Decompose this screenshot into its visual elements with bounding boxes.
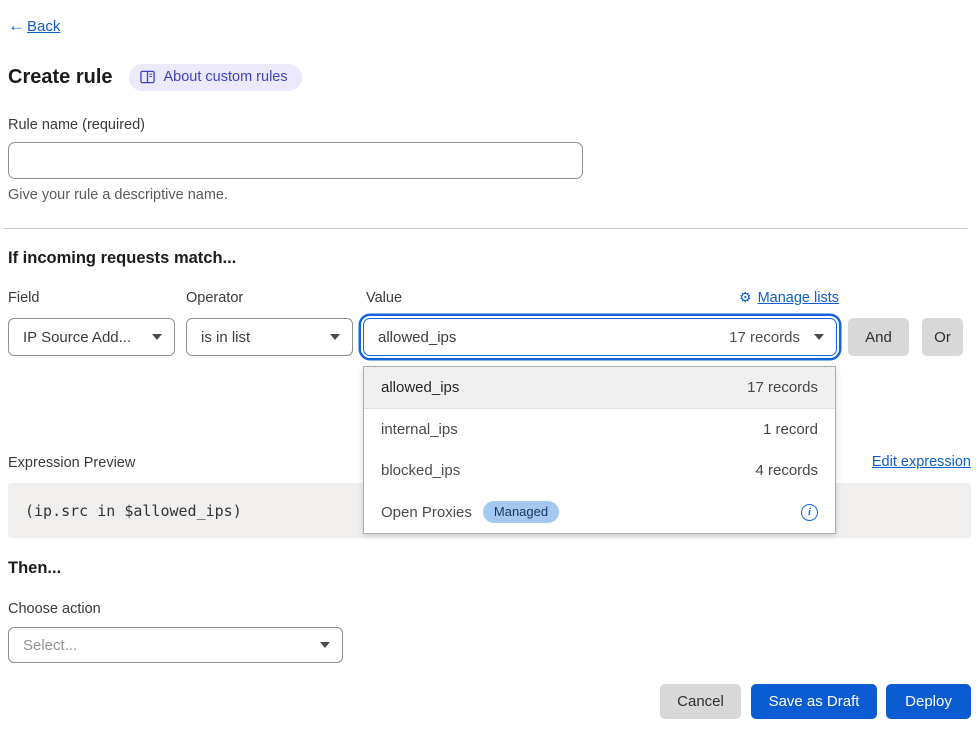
list-record-count: 17 records [747, 379, 818, 396]
list-name: internal_ips [381, 421, 458, 438]
about-custom-rules-link[interactable]: About custom rules [129, 64, 302, 91]
book-icon [140, 70, 155, 84]
operator-column-label: Operator [186, 290, 243, 306]
arrow-left-icon: ← [8, 16, 25, 36]
chevron-down-icon [330, 334, 340, 340]
create-rule-page: ←Back Create rule About custom rules Rul… [0, 0, 979, 739]
action-select[interactable]: Select... [8, 627, 343, 663]
chevron-down-icon [152, 334, 162, 340]
list-record-count: 1 record [763, 421, 818, 438]
field-select-value: IP Source Add... [23, 329, 131, 346]
and-button[interactable]: And [848, 318, 909, 356]
managed-badge: Managed [483, 501, 559, 523]
field-column-label: Field [8, 290, 39, 306]
rule-name-input[interactable] [8, 142, 583, 179]
list-name: blocked_ips [381, 462, 460, 479]
title-row: Create rule About custom rules [8, 64, 302, 91]
operator-select-value: is in list [201, 329, 250, 346]
back-label: Back [27, 18, 60, 35]
save-as-draft-button[interactable]: Save as Draft [751, 684, 877, 719]
info-icon[interactable]: i [801, 504, 818, 521]
action-select-placeholder: Select... [23, 637, 77, 654]
expression-code: (ip.src in $allowed_ips) [25, 502, 242, 520]
list-name: allowed_ips [381, 379, 459, 396]
back-link[interactable]: ←Back [8, 16, 60, 36]
dropdown-item-open-proxies[interactable]: Open Proxies Managed i [364, 492, 835, 534]
deploy-button[interactable]: Deploy [886, 684, 971, 719]
chevron-down-icon [320, 642, 330, 648]
value-select[interactable]: allowed_ips 17 records [363, 318, 837, 356]
manage-lists-label: Manage lists [758, 290, 839, 306]
manage-lists-link[interactable]: ⚙ Manage lists [739, 289, 839, 306]
dropdown-item-blocked-ips[interactable]: blocked_ips 4 records [364, 450, 835, 492]
gear-icon: ⚙ [739, 289, 752, 306]
or-button[interactable]: Or [922, 318, 963, 356]
expression-preview-label: Expression Preview [8, 455, 135, 471]
then-section-heading: Then... [8, 559, 61, 578]
value-select-record-count: 17 records [729, 329, 800, 346]
choose-action-label: Choose action [8, 601, 101, 617]
rule-name-label: Rule name (required) [8, 117, 145, 133]
edit-expression-link[interactable]: Edit expression [872, 454, 971, 470]
value-column-label: Value [366, 290, 402, 306]
cancel-button[interactable]: Cancel [660, 684, 741, 719]
value-dropdown-popup: allowed_ips 17 records internal_ips 1 re… [363, 366, 836, 534]
dropdown-item-allowed-ips[interactable]: allowed_ips 17 records [364, 367, 835, 409]
value-select-value: allowed_ips [378, 329, 456, 346]
operator-select[interactable]: is in list [186, 318, 353, 356]
page-title: Create rule [8, 66, 113, 89]
rule-name-helper: Give your rule a descriptive name. [8, 187, 228, 203]
match-section-heading: If incoming requests match... [8, 249, 236, 268]
list-record-count: 4 records [755, 462, 818, 479]
list-name: Open Proxies [381, 504, 472, 521]
section-divider [4, 228, 967, 229]
dropdown-item-internal-ips[interactable]: internal_ips 1 record [364, 409, 835, 451]
chevron-down-icon [814, 334, 824, 340]
field-select[interactable]: IP Source Add... [8, 318, 175, 356]
about-custom-rules-label: About custom rules [164, 69, 288, 85]
